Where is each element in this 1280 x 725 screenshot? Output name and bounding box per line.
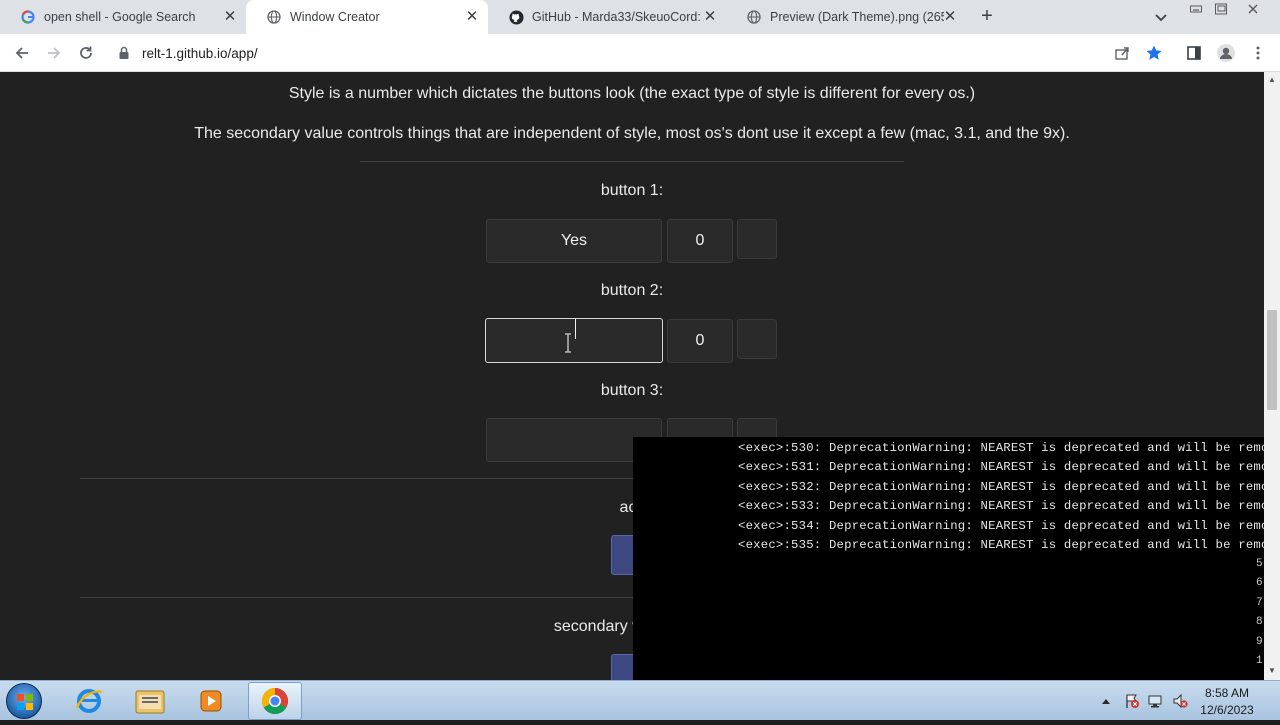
- folder-icon: [135, 690, 165, 714]
- minimize-button[interactable]: [1184, 0, 1208, 18]
- reload-icon[interactable]: [76, 43, 96, 63]
- scroll-down-arrow-icon[interactable]: ▼: [1268, 666, 1276, 675]
- new-tab-button[interactable]: +: [976, 6, 998, 28]
- network-icon[interactable]: [1145, 681, 1165, 721]
- tab-title: Window Creator: [290, 10, 380, 24]
- console-edge-digit: 7: [1256, 597, 1263, 609]
- restore-button[interactable]: [1209, 0, 1233, 18]
- clock-time: 8:58 AM: [1204, 686, 1250, 700]
- tab-preview-png[interactable]: Preview (Dark Theme).png (2656 ✕: [726, 0, 966, 34]
- globe-icon: [266, 9, 282, 25]
- tab-window-creator[interactable]: Window Creator ✕: [246, 0, 488, 34]
- button-2-text-field[interactable]: [485, 318, 663, 363]
- button-3-label: button 3:: [600, 382, 664, 399]
- console-line: <exec>:533: DeprecationWarning: NEAREST …: [738, 499, 1264, 513]
- browser-toolbar: relt-1.github.io/app/: [0, 34, 1280, 72]
- console-edge-digit: 5: [1256, 558, 1263, 570]
- tab-google-search[interactable]: open shell - Google Search ✕: [0, 0, 246, 34]
- scroll-up-arrow-icon[interactable]: ▲: [1268, 75, 1276, 84]
- i-beam-cursor-icon: [563, 333, 573, 353]
- console-line: <exec>:531: DeprecationWarning: NEAREST …: [738, 460, 1264, 474]
- start-button[interactable]: [6, 683, 42, 719]
- clock-date: 12/6/2023: [1200, 703, 1254, 717]
- console-line: <exec>:534: DeprecationWarning: NEAREST …: [738, 519, 1264, 533]
- github-icon: [508, 9, 524, 25]
- button-2-style-field[interactable]: 0: [667, 319, 733, 363]
- tab-title: open shell - Google Search: [44, 10, 196, 24]
- console-line: <exec>:535: DeprecationWarning: NEAREST …: [738, 538, 1264, 552]
- taskbar-file-explorer[interactable]: [123, 682, 177, 720]
- button-1-style-field[interactable]: 0: [667, 219, 733, 263]
- menu-kebab-icon[interactable]: [1248, 43, 1268, 63]
- lock-icon[interactable]: [116, 45, 132, 61]
- close-tab-icon[interactable]: ✕: [222, 9, 238, 25]
- close-tab-icon[interactable]: ✕: [464, 9, 480, 25]
- close-tab-icon[interactable]: ✕: [942, 9, 958, 25]
- share-icon[interactable]: [1112, 43, 1132, 63]
- button-2-label: button 2:: [600, 282, 664, 299]
- back-arrow-icon[interactable]: [12, 43, 32, 63]
- profile-avatar-icon[interactable]: [1216, 43, 1236, 63]
- tab-search-chevron-icon[interactable]: [1152, 8, 1170, 26]
- address-bar[interactable]: relt-1.github.io/app/: [108, 38, 1108, 68]
- globe-icon: [746, 9, 762, 25]
- bookmark-star-icon[interactable]: [1144, 43, 1164, 63]
- google-icon: [20, 9, 36, 25]
- taskbar-internet-explorer[interactable]: [62, 682, 116, 720]
- close-window-button[interactable]: [1241, 0, 1265, 18]
- windows-logo-icon: [17, 694, 33, 710]
- console-line: <exec>:530: DeprecationWarning: NEAREST …: [738, 441, 1264, 455]
- tab-title: Preview (Dark Theme).png (2656: [770, 10, 944, 24]
- forward-arrow-icon[interactable]: [44, 43, 64, 63]
- close-tab-icon[interactable]: ✕: [702, 9, 718, 25]
- text-cursor-caret: [575, 319, 576, 339]
- button-1-color-swatch[interactable]: [737, 219, 777, 259]
- chrome-icon: [261, 687, 289, 715]
- console-line: <exec>:532: DeprecationWarning: NEAREST …: [738, 480, 1264, 494]
- taskbar-media-player[interactable]: [184, 682, 238, 720]
- style-description: Style is a number which dictates the but…: [288, 85, 976, 102]
- side-panel-icon[interactable]: [1184, 43, 1204, 63]
- button-2-color-swatch[interactable]: [737, 319, 777, 359]
- console-edge-digit: 9: [1256, 636, 1263, 648]
- media-player-icon: [200, 690, 222, 712]
- button-1-text-field[interactable]: Yes: [486, 219, 662, 263]
- scrollbar-thumb[interactable]: [1267, 310, 1277, 410]
- button-1-label: button 1:: [600, 182, 664, 199]
- windows-taskbar: 8:58 AM 12/6/2023: [0, 680, 1280, 720]
- secondary-description: The secondary value controls things that…: [194, 125, 1070, 142]
- url-text: relt-1.github.io/app/: [142, 45, 258, 61]
- action-center-flag-icon[interactable]: [1122, 681, 1142, 721]
- console-edge-digit: 6: [1256, 577, 1263, 589]
- volume-muted-icon[interactable]: [1170, 681, 1190, 721]
- console-edge-digit: 1: [1256, 655, 1263, 667]
- tab-github-skeuocord[interactable]: GitHub - Marda33/SkeuoCord: A ✕: [488, 0, 726, 34]
- tab-title: GitHub - Marda33/SkeuoCord: A: [532, 10, 704, 24]
- internet-explorer-icon: [75, 689, 103, 713]
- system-clock[interactable]: 8:58 AM 12/6/2023: [1196, 685, 1258, 719]
- divider: [360, 161, 904, 162]
- show-hidden-icons-arrow[interactable]: [1098, 681, 1114, 721]
- page-scrollbar[interactable]: ▲ ▼: [1264, 72, 1280, 680]
- taskbar-chrome[interactable]: [248, 682, 302, 720]
- tab-strip: open shell - Google Search ✕ Window Crea…: [0, 0, 1280, 34]
- console-window[interactable]: <exec>:530: DeprecationWarning: NEAREST …: [633, 437, 1264, 680]
- console-edge-digit: 8: [1256, 616, 1263, 628]
